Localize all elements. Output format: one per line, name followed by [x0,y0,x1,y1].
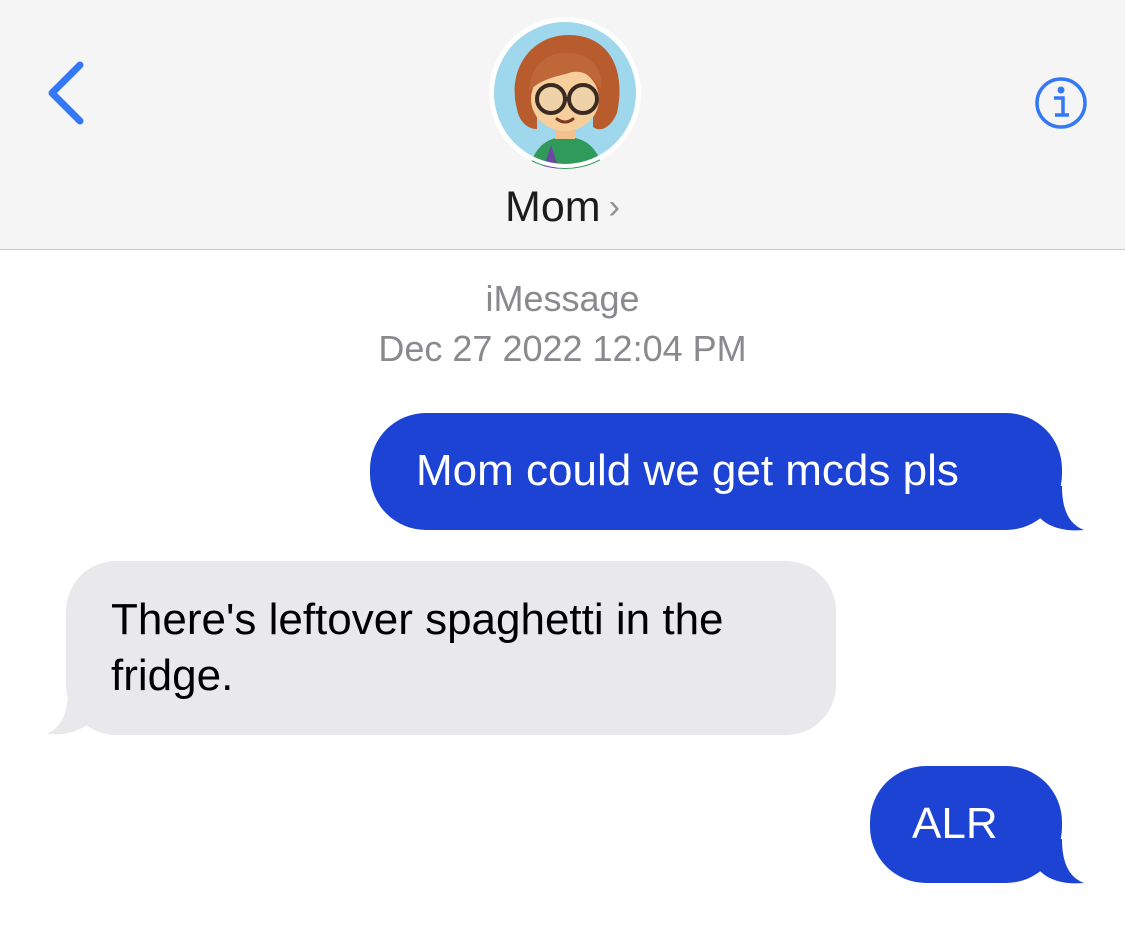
chevron-right-icon: › [608,188,620,226]
sent-bubble-tail [1040,839,1084,884]
message-text: Mom could we get mcds pls [416,446,959,495]
message-text: ALR [912,799,998,848]
conversation-header: Mom › [0,0,1125,250]
avatar-illustration [490,18,640,169]
message-timestamp: Dec 27 2022 12:04 PM [378,328,747,369]
contact-name: Mom [505,183,601,231]
info-button[interactable] [1031,75,1091,135]
sent-message-bubble[interactable]: Mom could we get mcds pls [370,413,1062,530]
received-message-bubble[interactable]: There's leftover spaghetti in the fridge… [66,561,836,735]
contact-avatar[interactable] [489,17,641,169]
info-circle-icon [1035,77,1087,129]
chevron-left-icon [48,61,84,125]
service-label: iMessage [485,278,640,319]
sent-message-bubble[interactable]: ALR [870,766,1062,883]
message-text: There's leftover spaghetti in the fridge… [111,595,724,700]
contact-name-link[interactable]: Mom › [0,183,1125,232]
received-bubble-tail [46,690,90,735]
back-button[interactable] [40,55,100,135]
sent-bubble-tail [1040,486,1084,531]
